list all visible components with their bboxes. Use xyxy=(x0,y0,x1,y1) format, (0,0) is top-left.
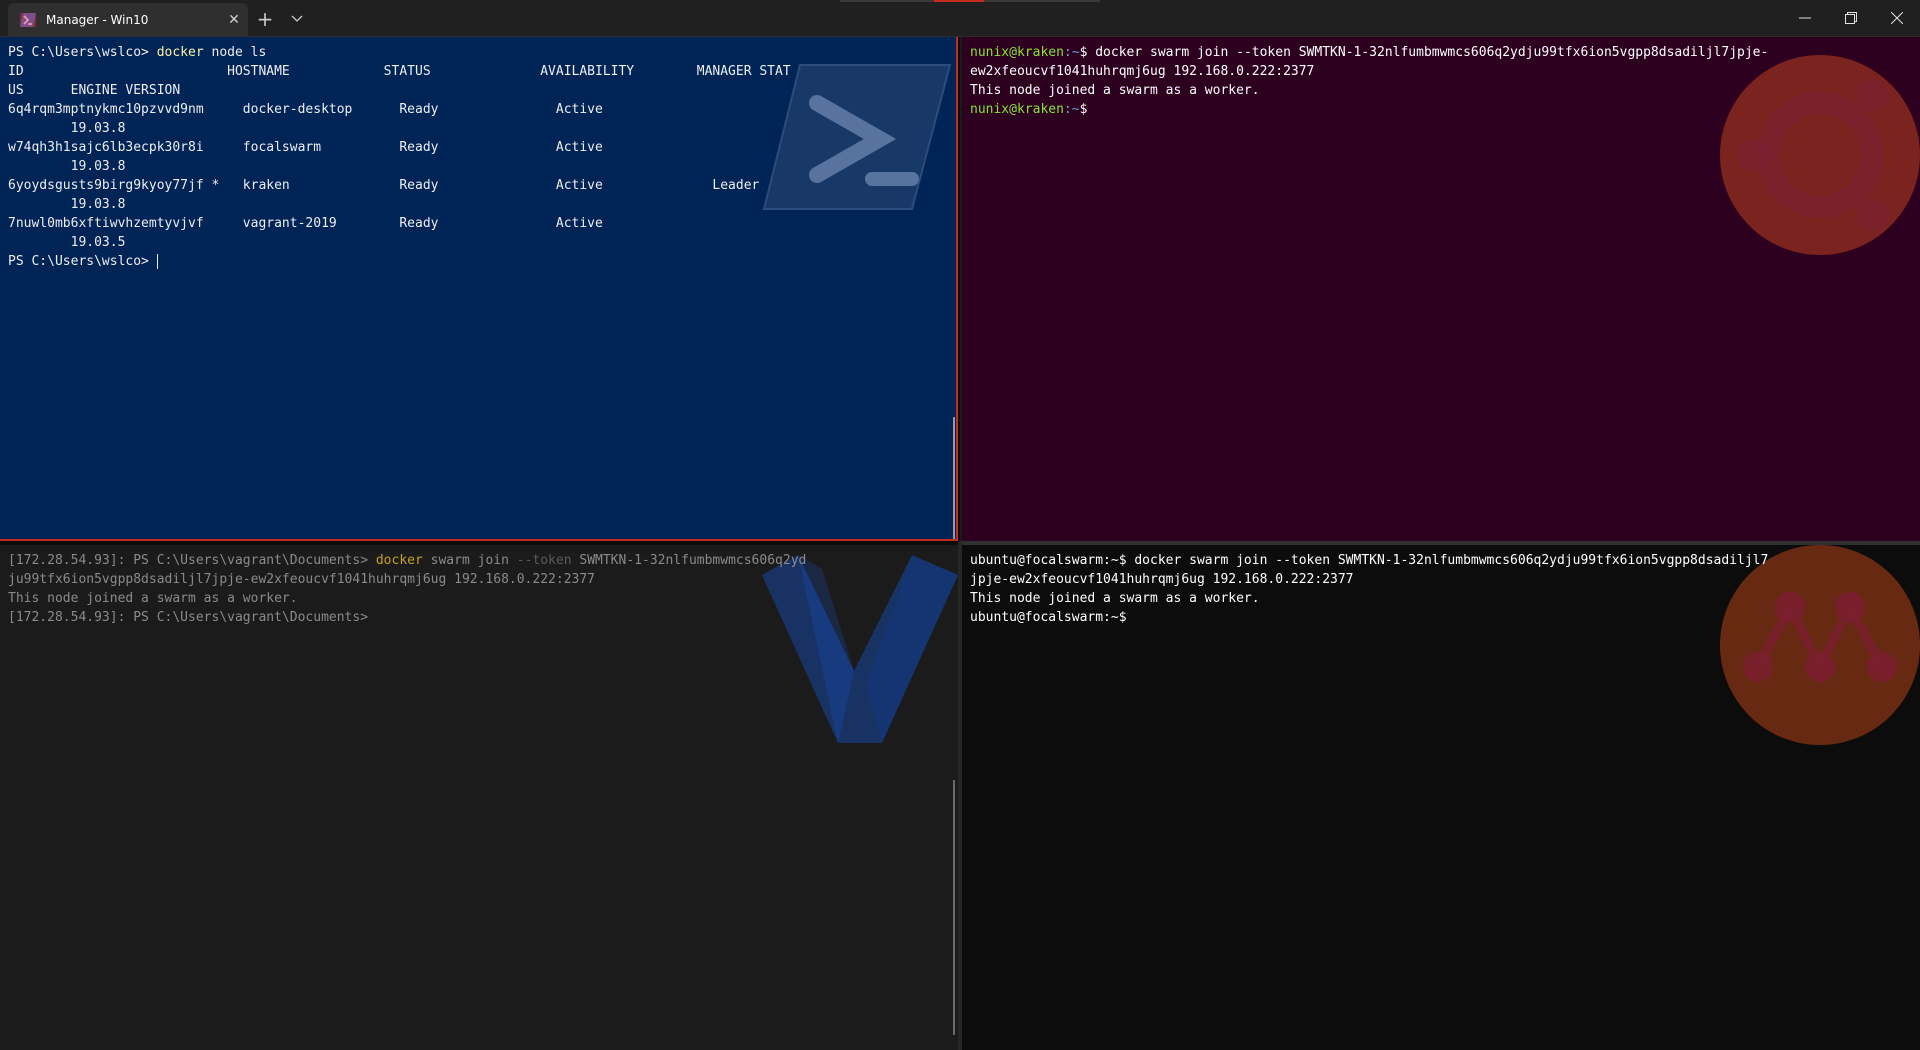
terminal-output: [172.28.54.93]: PS C:\Users\vagrant\Docu… xyxy=(8,553,807,625)
scrollbar[interactable] xyxy=(953,780,955,1035)
drag-region xyxy=(840,0,1100,2)
tab-manager-win10[interactable]: Manager - Win10 ✕ xyxy=(8,3,248,36)
command-keyword: docker xyxy=(156,45,204,60)
scrollbar[interactable] xyxy=(953,417,955,539)
title-bar: Manager - Win10 ✕ + xyxy=(0,0,1920,37)
powershell-icon xyxy=(20,12,36,27)
pane-vagrant[interactable]: [172.28.54.93]: PS C:\Users\vagrant\Docu… xyxy=(0,545,958,1050)
terminal-output: PS C:\Users\wslco> docker node ls ID HOS… xyxy=(8,45,791,269)
pane-powershell[interactable]: PS C:\Users\wslco> docker node ls ID HOS… xyxy=(0,37,958,541)
maximize-icon[interactable] xyxy=(1828,0,1874,36)
close-icon[interactable]: ✕ xyxy=(220,6,248,34)
tab-title: Manager - Win10 xyxy=(46,12,149,27)
text-cursor xyxy=(156,254,158,269)
terminal-output: nunix@kraken:~$ docker swarm join --toke… xyxy=(970,45,1769,117)
pane-ubuntu-kraken[interactable]: nunix@kraken:~$ docker swarm join --toke… xyxy=(962,37,1920,541)
terminal-output: ubuntu@focalswarm:~$ docker swarm join -… xyxy=(970,553,1769,625)
command-keyword: docker xyxy=(375,553,423,568)
window-close-icon[interactable] xyxy=(1874,0,1920,36)
pane-ubuntu-focalswarm[interactable]: ubuntu@focalswarm:~$ docker swarm join -… xyxy=(962,545,1920,1050)
plus-icon[interactable]: + xyxy=(250,6,280,32)
pane-divider[interactable] xyxy=(960,37,962,541)
minimize-icon[interactable] xyxy=(1782,0,1828,36)
chevron-down-icon[interactable] xyxy=(282,6,312,32)
